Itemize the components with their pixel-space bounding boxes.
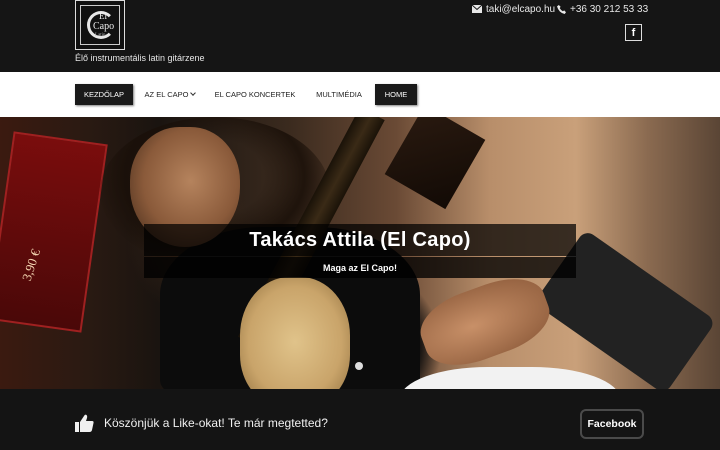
- nav-item-kezdolap[interactable]: KEZDŐLAP: [75, 84, 133, 105]
- nav-item-label: KEZDŐLAP: [83, 90, 124, 99]
- site-tagline: Élő instrumentális latin gitárzene: [75, 53, 205, 63]
- main-navigation: KEZDŐLAP AZ EL CAPO EL CAPO KONCERTEK MU…: [0, 72, 720, 117]
- hero-subtitle-box: Maga az El Capo!: [144, 257, 576, 278]
- like-message: Köszönjük a Like-okat! Te már megtetted?: [104, 416, 328, 430]
- email-text: taki@elcapo.hu: [486, 3, 556, 15]
- nav-item-label: HOME: [384, 90, 408, 99]
- contact-phone[interactable]: +36 30 212 53 33: [557, 3, 648, 15]
- nav-item-label: AZ EL CAPO: [144, 90, 189, 99]
- facebook-button[interactable]: Facebook: [580, 409, 644, 439]
- hero-slider[interactable]: 3,90 € Takács Attila (El Capo) Maga az E…: [0, 117, 720, 389]
- site-logo[interactable]: El Capo Latin: [75, 0, 125, 50]
- thumbs-up-icon: [75, 414, 94, 432]
- chevron-down-icon: [190, 90, 197, 96]
- logo-text-el: El: [99, 11, 107, 21]
- nav-item-home[interactable]: HOME: [375, 84, 417, 105]
- hero-photo-sign: 3,90 €: [0, 131, 108, 333]
- slider-dot[interactable]: [355, 362, 363, 370]
- hero-photo-pants: [400, 367, 620, 389]
- hero-subtitle: Maga az El Capo!: [322, 262, 397, 273]
- phone-icon: [557, 4, 566, 14]
- nav-item-label: MULTIMÉDIA: [316, 90, 362, 99]
- logo-text-latin: Latin: [95, 33, 106, 38]
- facebook-button-label: Facebook: [587, 418, 637, 430]
- hero-photo-guitar-body: [240, 277, 350, 389]
- facebook-icon[interactable]: f: [625, 24, 642, 41]
- hero-title: Takács Attila (El Capo): [249, 228, 471, 251]
- hero-photo-arm: [411, 266, 559, 378]
- sign-text: 3,90 €: [18, 247, 44, 283]
- nav-item-az-el-capo[interactable]: AZ EL CAPO: [140, 84, 200, 105]
- hero-title-box: Takács Attila (El Capo): [144, 224, 576, 256]
- nav-item-el-capo-koncertek[interactable]: EL CAPO KONCERTEK: [210, 84, 300, 105]
- contact-email[interactable]: taki@elcapo.hu: [472, 3, 555, 15]
- like-bar: Köszönjük a Like-okat! Te már megtetted?…: [0, 389, 720, 450]
- logo-frame: El Capo Latin: [80, 5, 120, 45]
- hero-photo-guitar-head: [384, 117, 486, 210]
- envelope-icon: [472, 5, 482, 13]
- top-header: El Capo Latin Élő instrumentális latin g…: [0, 0, 720, 72]
- logo-text-capo: Capo: [93, 21, 115, 32]
- nav-item-label: EL CAPO KONCERTEK: [214, 90, 296, 99]
- nav-item-multimedia[interactable]: MULTIMÉDIA: [309, 84, 369, 105]
- phone-text: +36 30 212 53 33: [570, 3, 649, 15]
